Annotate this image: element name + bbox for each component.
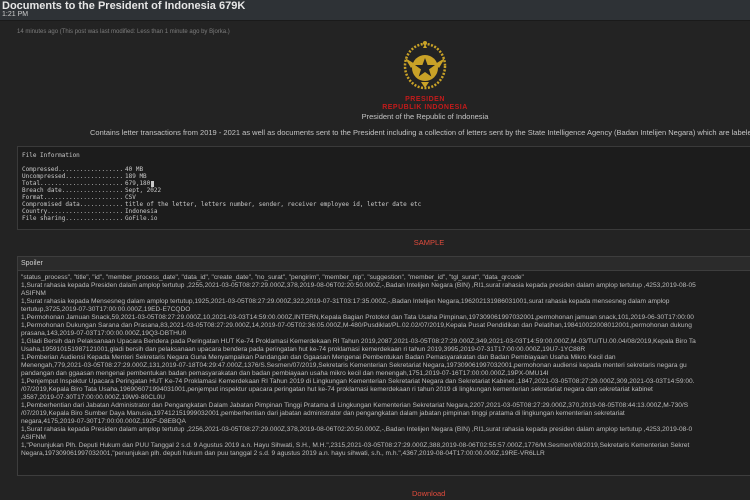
spoiler-line: negara,4175,2019-07-30T17:00:00.000Z,192… [21,418,186,425]
emblem-caption-line-1: PRESIDEN [405,96,445,103]
file-info-label: Country..................... [22,208,124,215]
spoiler-line: 1,Penjemput Inspektur Upacara Peringatan… [21,378,695,385]
file-info-row: Format...................... CSV [22,194,421,201]
file-info-row: File sharing................ GoFile.io [22,215,421,222]
window-titlebar: Documents to the President of Indonesia … [0,0,750,21]
text-cursor [151,180,155,187]
file-info-row: Breach date................. Sept, 2022 [22,187,421,194]
file-info-row: Uncompressed................ 189 MB [22,173,421,180]
file-info-row: Compromised data............ title of the… [22,201,421,208]
file-info-label: Breach date................. [22,187,124,194]
spoiler-line: Menengah,779,2021-03-05T08:27:29.000Z,13… [21,362,687,369]
file-info-rows: Compressed.................. 40 MB Uncomp… [22,166,421,222]
file-info-label: Uncompressed................ [22,173,124,180]
emblem-caption-line-2: REPUBLIK INDONESIA [382,104,468,111]
spoiler-line: 1,Gladi Bersih dan Pelaksanaan Upacara B… [21,338,696,345]
spoiler-line: Usaha,195910151987121001,gladi bersih da… [21,346,586,353]
spoiler-line: /07/2019,Kepala Biro Tata Usaha,19690607… [21,386,653,393]
spoiler-line: "status_process", "title", "id", "member… [21,274,524,281]
spoiler-line: 1,Permohonan Dukungan Sarana dan Prasana… [21,322,692,329]
post-meta: 14 minutes ago (This post was last modif… [17,29,230,35]
spoiler-line: /07/2019,Kepala Biro Sumber Daya Manusia… [21,410,625,417]
file-info-value: Sept, 2022 [125,187,162,194]
file-info-label: Compromised data............ [22,201,124,208]
file-info-value: title of the letter, letters number, sen… [125,201,422,208]
file-info-label: Total....................... [22,180,124,187]
emblem-caption: PRESIDEN REPUBLIK INDONESIA [340,96,510,112]
spoiler-line: 1,Surat rahasia kepada Presiden dalam am… [21,426,693,433]
spoiler-line: 1,"Penunjukan Plh. Deputi Hukum dan PUU … [21,442,690,449]
spoiler-line: ASIFNM [21,290,46,297]
spoiler-line: prasana,143,2019-07-03T17:00:00.000Z,19Q… [21,330,187,337]
post-description: Contains letter transactions from 2019 -… [90,128,750,137]
spoiler-toggle[interactable]: Spoiler [18,257,750,271]
clock-time: 1:21 PM [2,11,29,18]
emblem-subtitle: President of the Republic of Indonesia [361,112,489,121]
spoiler-line: Negara,197309061997032001,"penunjukan pl… [21,450,545,457]
file-info-heading: File Information [22,152,80,159]
file-info-value: 40 MB [125,166,144,173]
file-info-row: Country..................... Indonesia [22,208,421,215]
spoiler-line: 1,Pemberhentian dari Jabatan Administrat… [21,402,689,409]
spoiler-line: tertutup,3725,2019-07-30T17:00:00.000Z,1… [21,306,191,313]
file-info-label: File sharing................ [22,215,124,222]
download-link[interactable]: Download [412,489,445,498]
spoiler-line: 1,Pemberian Audiensi Kepada Menteri Sekr… [21,354,616,361]
file-info-value: Indonesia [125,208,158,215]
file-info-value: GoFile.io [125,215,158,222]
file-info-box: File Information Compressed.............… [17,146,750,230]
spoiler-box: Spoiler "status_process", "title", "id",… [17,256,750,476]
spoiler-line: 1,Surat rahasia kepada Presiden dalam am… [21,282,696,289]
file-info-value: CSV [125,194,136,201]
spoiler-line: 1,Permohonan Jamuan Snack,59,2021-03-05T… [21,314,694,321]
file-info-row: Compressed.................. 40 MB [22,166,421,173]
file-info-label: Compressed.................. [22,166,124,173]
sample-link[interactable]: SAMPLE [0,238,750,247]
file-info-value: 189 MB [125,173,147,180]
spoiler-line: 1,Surat rahasia kepada Mensesneg dalam a… [21,298,670,305]
page-title: Documents to the President of Indonesia … [2,0,246,12]
spoiler-line: pandangan dan ggaasan mengenai pembentuk… [21,370,549,377]
file-info-row: Total....................... 679,180 [22,180,421,187]
spoiler-line: ASIFNM [21,434,46,441]
file-info-value: 679,180 [125,180,151,187]
file-info-label: Format...................... [22,194,124,201]
garuda-emblem-icon [403,41,447,90]
spoiler-line: ,3587,2019-07-30T17:00:00.000Z,19W9-80CL… [21,394,166,401]
spoiler-content: "status_process", "title", "id", "member… [21,274,750,458]
